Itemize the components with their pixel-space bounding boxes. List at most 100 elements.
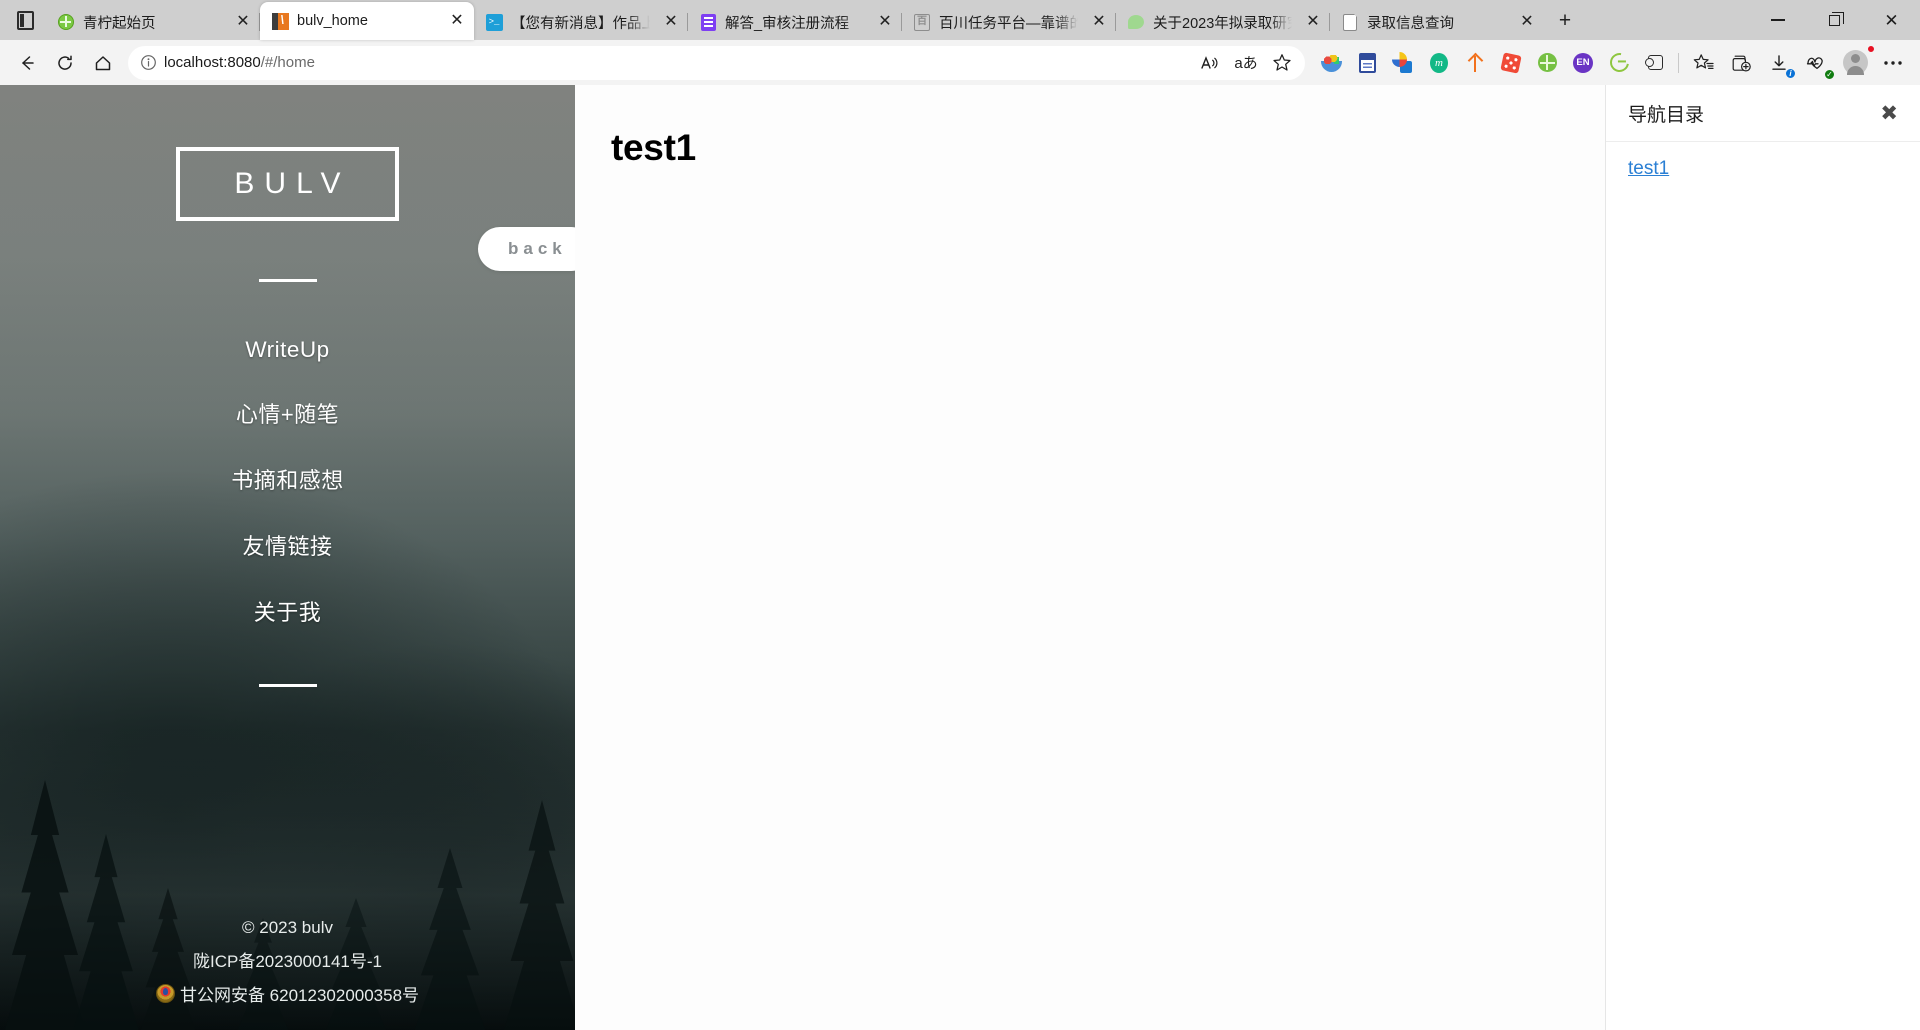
document-icon [699,13,717,31]
tab-title: bulv_home [297,13,368,29]
nav-item-mood-essays[interactable]: 心情+随笔 [0,380,575,446]
address-bar[interactable]: localhost:8080/#/home aあ [128,45,1305,80]
browser-tab[interactable]: 录取信息查询 ✕ [1330,4,1544,40]
page-content: BULV WriteUp 心情+随笔 书摘和感想 友情链接 关于我 © 2023… [0,85,1920,1030]
close-icon[interactable]: ✕ [1514,9,1540,35]
window-controls: ✕ [1749,0,1920,40]
profile-avatar[interactable] [1836,44,1875,80]
back-button[interactable]: back [478,227,575,271]
url-path: /#/home [260,54,315,71]
police-record-text: 甘公网安备 62012302000358号 [179,986,420,1005]
url-host: localhost:8080 [164,54,261,71]
main-content: test1 [575,85,1605,1030]
browser-window: 青柠起始页 ✕ bulv_home ✕ >_ 【您有新消息】作品上 ✕ 解答_审… [0,0,1920,1030]
settings-more-icon[interactable] [1874,46,1912,80]
profile-alert-badge [1867,44,1875,53]
puzzle-extensions-icon[interactable] [1637,46,1673,80]
nav-item-book-excerpts[interactable]: 书摘和感想 [0,446,575,512]
browser-tab[interactable]: 青柠起始页 ✕ [46,4,260,40]
tab-title: 百川任务平台—靠谱的 [939,15,1078,32]
new-tab-button[interactable]: + [1548,4,1582,38]
collections-icon[interactable] [1722,46,1760,80]
tab-list: 青柠起始页 ✕ bulv_home ✕ >_ 【您有新消息】作品上 ✕ 解答_审… [46,0,1749,40]
toc-list: test1 [1606,142,1920,180]
downloads-badge: i [1785,67,1796,79]
translate-icon[interactable]: aあ [1229,48,1263,78]
site-logo-text: BULV [234,167,351,200]
toc-panel: 导航目录 ✖ test1 [1605,85,1920,1030]
police-record-line[interactable]: 甘公网安备 62012302000358号 [155,981,420,1006]
minimize-button[interactable] [1749,0,1806,40]
site-logo[interactable]: BULV [176,147,399,221]
browser-essentials-icon[interactable]: ✓ [1798,46,1836,80]
url-text[interactable]: localhost:8080/#/home [164,54,1193,71]
icp-text: 陇ICP备2023000141号-1 [192,952,382,971]
restore-button[interactable] [1806,0,1863,40]
tab-title: 录取信息查询 [1367,15,1454,32]
icp-line[interactable]: 陇ICP备2023000141号-1 [193,947,382,972]
toc-header: 导航目录 ✖ [1606,85,1920,142]
nav-item-about-me[interactable]: 关于我 [0,578,575,644]
add-favorite-icon[interactable] [1265,48,1299,78]
lime-icon [57,13,75,31]
close-icon[interactable]: ✖ [1880,103,1898,124]
close-icon[interactable]: ✕ [658,9,684,35]
copyright-text: © 2023 bulv [242,918,333,937]
sidebar-footer: © 2023 bulv 陇ICP备2023000141号-1 甘公网安备 620… [155,918,420,1030]
close-icon[interactable]: ✕ [230,9,256,35]
site-information-icon[interactable] [132,48,164,78]
terminal-icon: >_ [485,13,503,31]
browser-tab[interactable]: >_ 【您有新消息】作品上 ✕ [474,4,688,40]
tab-title: 关于2023年拟录取研究 [1153,15,1292,32]
page-title: test1 [611,127,696,168]
english-toggle-icon[interactable]: EN [1565,46,1601,80]
copyright-line: © 2023 bulv [242,918,333,938]
upload-arrow-icon[interactable] [1457,46,1493,80]
browser-tab[interactable]: 解答_审核注册流程 ✕ [688,4,902,40]
wechat-icon [1127,13,1145,31]
browser-tab[interactable]: 百 百川任务平台—靠谱的 ✕ [902,4,1116,40]
extension-buttons: m EN [1313,46,1673,80]
bottom-divider [258,684,317,687]
tab-title: 解答_审核注册流程 [725,15,850,32]
tab-strip: 青柠起始页 ✕ bulv_home ✕ >_ 【您有新消息】作品上 ✕ 解答_审… [0,0,1920,40]
sidebar-nav: WriteUp 心情+随笔 书摘和感想 友情链接 关于我 [0,320,575,644]
tab-title: 青柠起始页 [83,15,156,32]
home-button[interactable] [84,46,122,80]
close-icon[interactable]: ✕ [444,8,470,34]
back-navigation-button[interactable] [8,46,46,80]
top-divider [258,279,317,282]
police-badge-icon [155,984,175,1003]
read-aloud-icon[interactable] [1193,48,1227,78]
site-sidebar: BULV WriteUp 心情+随笔 书摘和感想 友情链接 关于我 © 2023… [0,85,575,1030]
essentials-badge: ✓ [1824,68,1835,80]
dice-icon[interactable] [1493,46,1529,80]
close-icon[interactable]: ✕ [1086,9,1112,35]
baichuan-icon: 百 [913,13,931,31]
downloads-icon[interactable]: i [1760,46,1798,80]
close-icon[interactable]: ✕ [872,9,898,35]
page-icon [1341,12,1359,31]
favorites-icon[interactable] [1684,46,1722,80]
close-icon[interactable]: ✕ [1300,9,1326,35]
refresh-button[interactable] [46,46,84,80]
mendeley-icon[interactable]: m [1421,46,1457,80]
lime-icon[interactable] [1529,46,1565,80]
grammarly-icon[interactable] [1601,46,1637,80]
browser-toolbar: localhost:8080/#/home aあ m EN i ✓ [0,40,1920,85]
paint-palette-icon[interactable] [1385,46,1421,80]
vertical-tabs-icon [16,10,34,30]
browser-tab-active[interactable]: bulv_home ✕ [260,2,474,40]
vertical-tabs-button[interactable] [4,0,46,40]
fruit-bowl-icon[interactable] [1313,46,1349,80]
toc-title: 导航目录 [1628,104,1705,126]
address-bar-actions: aあ [1193,48,1299,78]
nav-item-friend-links[interactable]: 友情链接 [0,512,575,578]
nav-item-writeup[interactable]: WriteUp [0,320,575,380]
close-window-button[interactable]: ✕ [1863,0,1920,40]
reader-icon[interactable] [1349,46,1385,80]
toc-item-test1[interactable]: test1 [1628,158,1898,180]
sidebar-inner: BULV WriteUp 心情+随笔 书摘和感想 友情链接 关于我 © 2023… [0,85,575,1030]
book-icon [271,12,289,30]
browser-tab[interactable]: 关于2023年拟录取研究 ✕ [1116,4,1330,40]
